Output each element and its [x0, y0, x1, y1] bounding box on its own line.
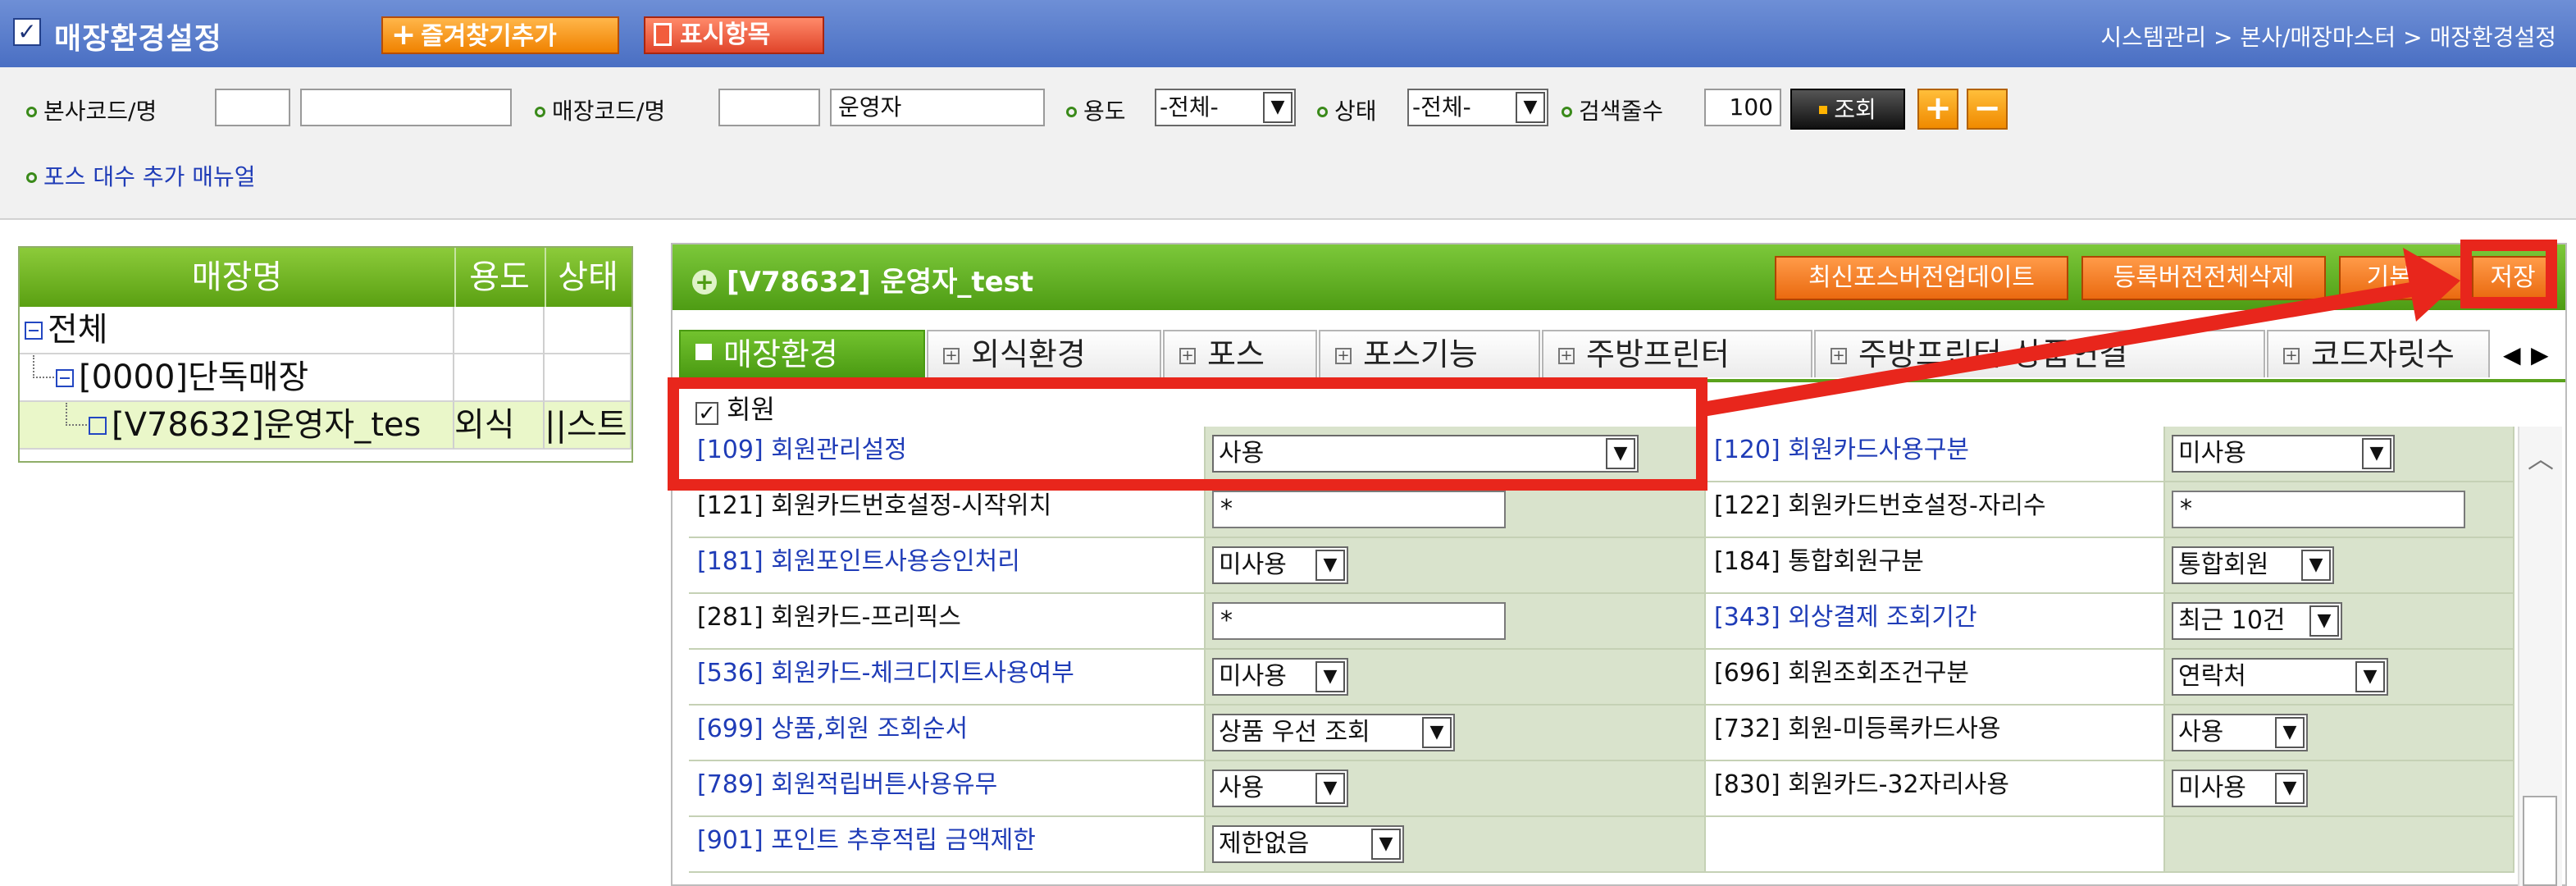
annotation-arrow-icon — [1700, 248, 2460, 416]
